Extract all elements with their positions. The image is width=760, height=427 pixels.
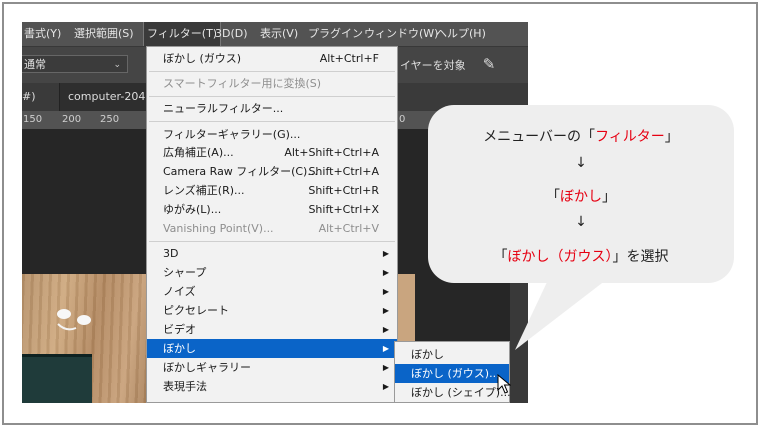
menu-item-pixelate[interactable]: ピクセレート ▶ (147, 301, 397, 320)
menu-item-convert-smart-filter: スマートフィルター用に変換(S) (163, 77, 322, 90)
callout-arrow-down: ↓ (575, 214, 587, 230)
submenu-arrow-icon: ▶ (382, 363, 389, 372)
blur-submenu: ぼかし ぼかし (ガウス)... ぼかし (シェイプ)... (394, 341, 511, 403)
menu-item-3d[interactable]: 3D ▶ (147, 244, 397, 263)
callout-line-menubar: メニューバーの「フィルター」 (483, 129, 679, 145)
menu-item-video[interactable]: ビデオ ▶ (147, 320, 397, 339)
blend-mode-select[interactable]: 通常 ⌄ (22, 55, 128, 73)
ruler-tick: 0 (399, 114, 406, 125)
callout-arrow-down: ↓ (575, 155, 587, 171)
menu-item-liquify[interactable]: ゆがみ(L)... Shift+Ctrl+X (147, 200, 397, 219)
menu-bar: 書式(Y) 選択範囲(S) フィルター(T) 3D(D) 表示(V) プラグイン… (22, 22, 528, 47)
keyboard-image (22, 354, 92, 403)
mouse-cursor-icon (497, 374, 511, 394)
menu-plugins[interactable]: プラグイン (308, 22, 363, 46)
menu-select[interactable]: 選択範囲(S) (74, 22, 134, 46)
tab-computer-document[interactable]: computer-204 (60, 83, 160, 111)
menu-item-neural-filters[interactable]: ニューラルフィルター... (147, 99, 397, 118)
ruler-tick: 150 (23, 114, 43, 125)
menu-item-vanishing-point: Vanishing Point(V)... Alt+Ctrl+V (163, 222, 379, 235)
menu-item-filter-gallery[interactable]: フィルターギャラリー(G)... (147, 125, 397, 144)
submenu-arrow-icon: ▶ (382, 306, 389, 315)
layer-target-label: イヤーを対象 (400, 59, 466, 72)
menu-help[interactable]: ヘルプ(H) (436, 22, 486, 46)
menu-item-lens-correction[interactable]: レンズ補正(R)... Shift+Ctrl+R (147, 181, 397, 200)
menu-item-noise[interactable]: ノイズ ▶ (147, 282, 397, 301)
tab-previous-document[interactable]: #) (22, 83, 60, 111)
brush-icon[interactable]: ✎ (478, 53, 500, 75)
chevron-down-icon: ⌄ (113, 60, 121, 70)
menu-filter[interactable]: フィルター(T) (142, 22, 222, 47)
menu-format[interactable]: 書式(Y) (24, 22, 61, 46)
menu-item-sharpen[interactable]: シャープ ▶ (147, 263, 397, 282)
callout-line-gaussian: 「ぼかし（ガウス）」を選択 (493, 249, 669, 265)
submenu-arrow-icon: ▶ (382, 382, 389, 391)
menu-item-camera-raw[interactable]: Camera Raw フィルター(C)... Shift+Ctrl+A (147, 162, 397, 181)
callout-line-blur: 「ぼかし」 (546, 189, 616, 205)
filter-menu: ぼかし (ガウス) Alt+Ctrl+F スマートフィルター用に変換(S) ニュ… (146, 46, 398, 403)
photo-image (22, 274, 150, 403)
menu-item-adaptive-wide-angle[interactable]: 広角補正(A)... Alt+Shift+Ctrl+A (147, 143, 397, 162)
submenu-item-shape-blur[interactable]: ぼかし (シェイプ)... (395, 383, 511, 402)
submenu-arrow-icon: ▶ (382, 268, 389, 277)
menu-item-blur-gallery[interactable]: ぼかしギャラリー ▶ (147, 358, 397, 377)
menu-window[interactable]: ウィンドウ(W) (364, 22, 438, 46)
submenu-item-blur[interactable]: ぼかし (395, 345, 509, 364)
submenu-arrow-icon: ▶ (382, 344, 389, 353)
ruler-tick: 200 (62, 114, 82, 125)
menu-item-stylize[interactable]: 表現手法 ▶ (147, 377, 397, 396)
menu-item-blur[interactable]: ぼかし ▶ (147, 339, 397, 358)
submenu-arrow-icon: ▶ (382, 325, 389, 334)
submenu-arrow-icon: ▶ (382, 287, 389, 296)
ruler-tick: 250 (100, 114, 120, 125)
submenu-arrow-icon: ▶ (382, 249, 389, 258)
submenu-item-gaussian-blur[interactable]: ぼかし (ガウス)... (395, 364, 509, 383)
menu-item-gaussian-blur-last[interactable]: ぼかし (ガウス) Alt+Ctrl+F (147, 49, 397, 68)
menu-view[interactable]: 表示(V) (260, 22, 298, 46)
menu-3d[interactable]: 3D(D) (215, 22, 248, 46)
blend-mode-value: 通常 (24, 58, 46, 71)
earphones-image (57, 309, 91, 331)
